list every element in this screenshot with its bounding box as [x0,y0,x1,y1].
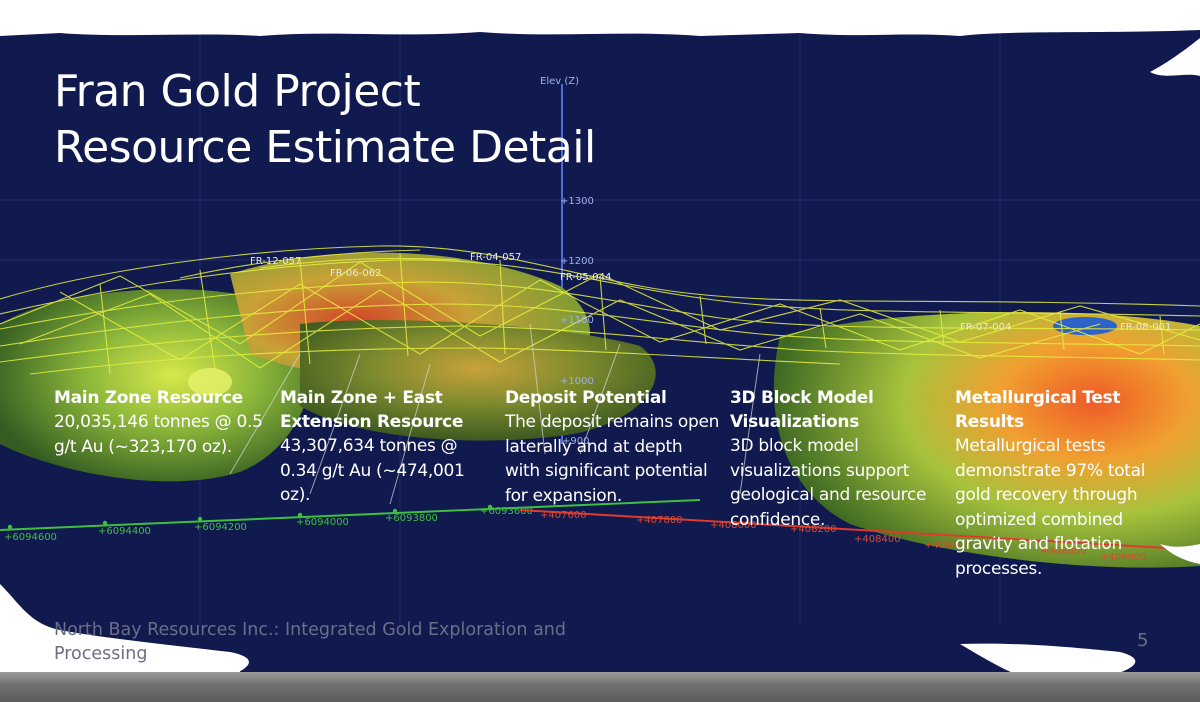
hole-label: FR-07-004 [960,322,1011,333]
northing-tick: +6094000 [296,517,349,528]
bottom-shadow-bar [0,672,1200,702]
column-main-zone-east-extension: Main Zone + East Extension Resource 43,3… [280,386,495,508]
easting-tick: +407800 [636,515,683,526]
elevation-tick: +1200 [560,256,594,267]
column-body: 43,307,634 tonnes @ 0.34 g/t Au (~474,00… [280,436,465,505]
column-heading: Main Zone Resource [54,388,243,408]
elevation-tick: +1100 [560,315,594,326]
column-body: 20,035,146 tonnes @ 0.5 g/t Au (~323,170… [54,412,263,457]
column-main-zone: Main Zone Resource 20,035,146 tonnes @ 0… [54,386,269,459]
title-line-1: Fran Gold Project [54,66,421,117]
hole-label: FR-08-001 [1120,322,1171,333]
column-heading: 3D Block Model Visualizations [730,388,874,432]
column-deposit-potential: Deposit Potential The deposit remains op… [505,386,720,508]
hole-label: FR-04-057 [470,252,521,263]
column-heading: Main Zone + East Extension Resource [280,388,464,432]
hole-label: FR-06-062 [330,268,381,279]
slide: FR-05-044 FR-06-062 FR-04-057 FR-12-057 … [0,24,1200,676]
column-3d-block-model: 3D Block Model Visualizations 3D block m… [730,386,945,532]
northing-tick: +6094600 [4,532,57,543]
column-heading: Deposit Potential [505,388,667,408]
hole-label: FR-05-044 [560,272,611,283]
northing-tick: +6093800 [385,513,438,524]
hole-label: FR-12-057 [250,256,301,267]
column-body: 3D block model visualizations support ge… [730,436,927,530]
column-body: Metallurgical tests demonstrate 97% tota… [955,436,1146,579]
easting-tick: +408400 [854,534,901,545]
slide-title: Fran Gold Project Resource Estimate Deta… [54,64,596,176]
column-body: The deposit remains open laterally and a… [505,412,720,506]
easting-tick: +407600 [540,510,587,521]
title-line-2: Resource Estimate Detail [54,122,596,173]
northing-tick: +6094400 [98,526,151,537]
elevation-tick: +1300 [560,196,594,207]
northing-tick: +6094200 [194,522,247,533]
page-number: 5 [1137,630,1149,651]
column-metallurgical-tests: Metallurgical Test Results Metallurgical… [955,386,1170,581]
column-heading: Metallurgical Test Results [955,388,1121,432]
slide-footer: North Bay Resources Inc.: Integrated Gol… [54,620,567,664]
